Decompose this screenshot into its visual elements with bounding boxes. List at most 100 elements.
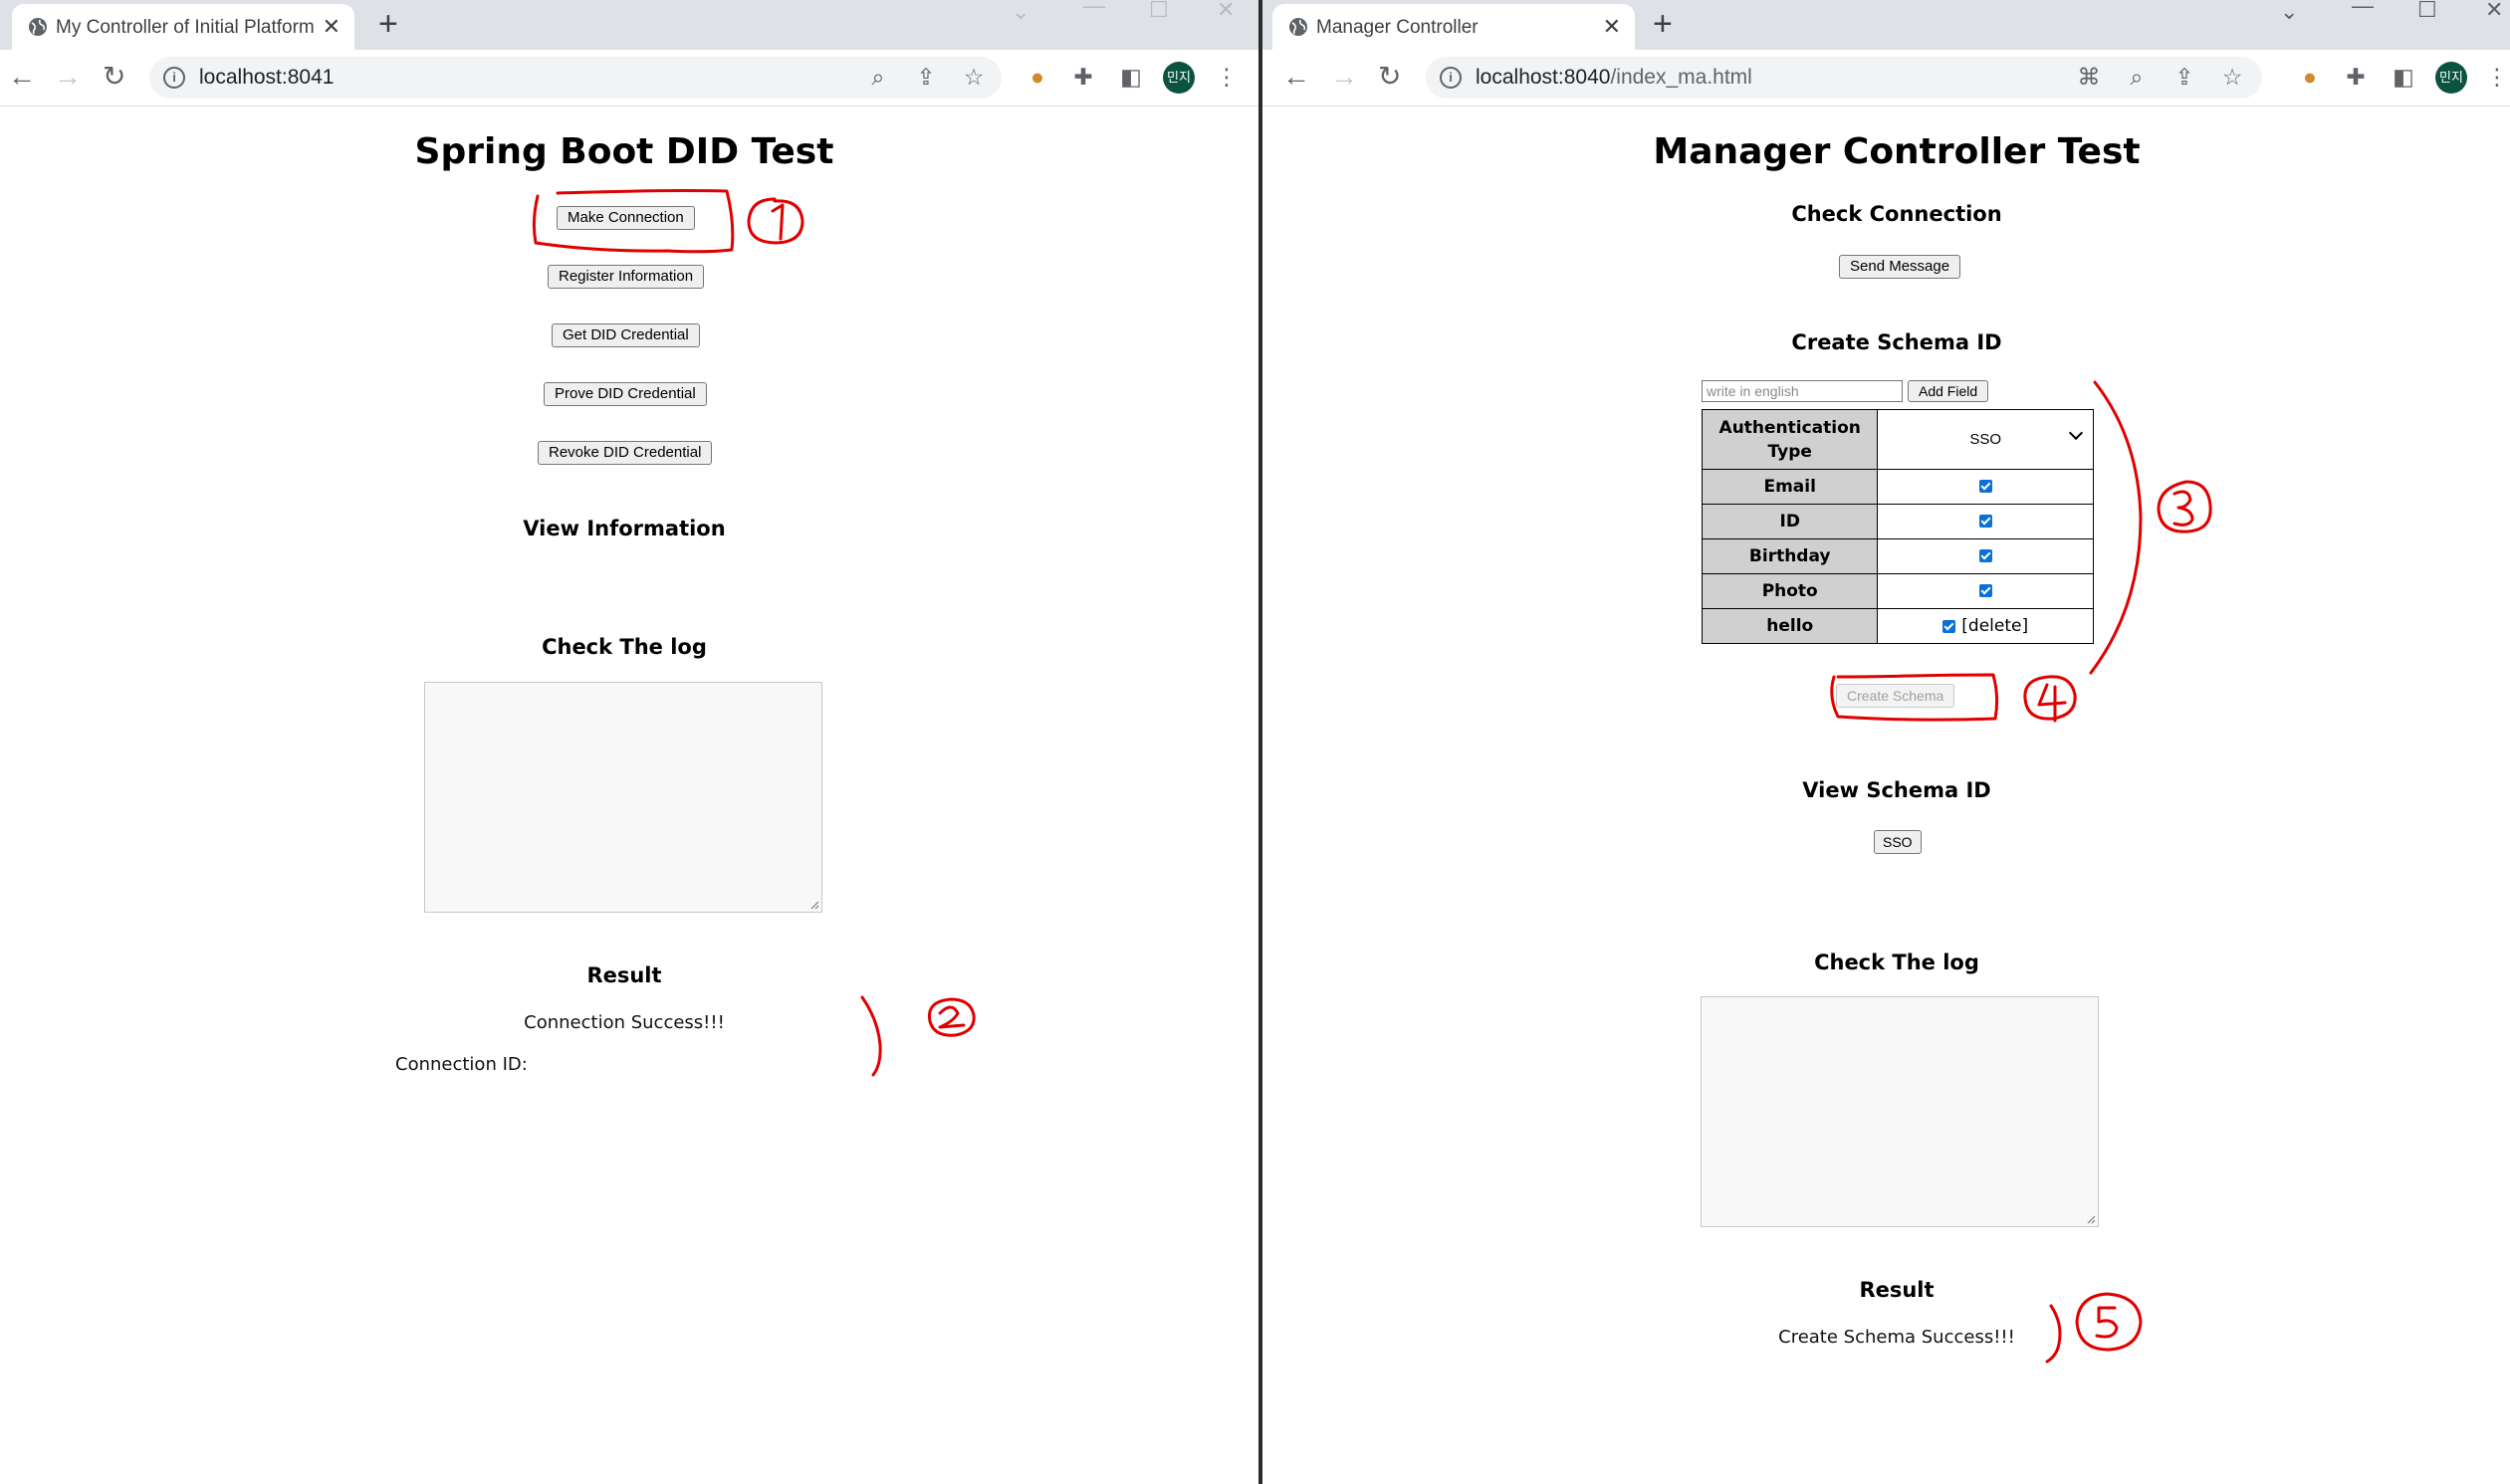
browser-toolbar: ← → ↻ i localhost:8041 ⌕ ⇪ ☆ ● ✚ ◧ 민지 ⋮ bbox=[0, 50, 1258, 106]
site-info-icon[interactable]: i bbox=[1440, 67, 1462, 89]
result-heading: Result bbox=[1859, 1278, 1935, 1302]
close-window-icon[interactable]: ✕ bbox=[1217, 0, 1235, 21]
tab-strip: My Controller of Initial Platform ✕ + ⌄ … bbox=[0, 0, 1258, 50]
page-content: Spring Boot DID Test Make Connection Reg… bbox=[0, 106, 1258, 1484]
extensions-puzzle-icon[interactable]: ✚ bbox=[1069, 63, 1097, 91]
back-icon[interactable]: ← bbox=[8, 62, 36, 92]
globe-icon bbox=[1289, 18, 1307, 36]
register-information-button[interactable]: Register Information bbox=[548, 265, 705, 289]
browser-toolbar: ← → ↻ i localhost:8040/index_ma.html ⌘ ⌕… bbox=[1262, 50, 2510, 106]
address-bar[interactable]: i localhost:8041 ⌕ ⇪ ☆ bbox=[149, 57, 1002, 99]
check-log-heading: Check The log bbox=[542, 635, 707, 659]
table-row: hello [delete] bbox=[1701, 608, 2094, 644]
birthday-checkbox[interactable] bbox=[1978, 549, 1992, 563]
prove-did-credential-button[interactable]: Prove DID Credential bbox=[544, 382, 707, 406]
url-text: localhost:8040/index_ma.html bbox=[1476, 66, 1752, 90]
new-tab-icon[interactable]: + bbox=[1653, 6, 1673, 42]
log-textarea[interactable] bbox=[424, 682, 822, 913]
id-checkbox[interactable] bbox=[1978, 515, 1992, 529]
delete-field-link[interactable]: [delete] bbox=[1961, 616, 2028, 636]
forward-icon[interactable]: → bbox=[1330, 62, 1358, 92]
minimize-icon[interactable]: — bbox=[1083, 0, 1105, 17]
result-message: Connection Success!!! bbox=[524, 1012, 725, 1033]
page-title: Spring Boot DID Test bbox=[414, 131, 834, 172]
minimize-icon[interactable]: — bbox=[2352, 0, 2374, 17]
auth-type-selected: SSO bbox=[1969, 430, 2002, 448]
maximize-icon[interactable]: ☐ bbox=[1149, 0, 1169, 21]
new-tab-icon[interactable]: + bbox=[378, 6, 398, 42]
revoke-did-credential-button[interactable]: Revoke DID Credential bbox=[538, 441, 713, 465]
side-panel-icon[interactable]: ◧ bbox=[2390, 63, 2417, 91]
resize-grip-icon[interactable] bbox=[809, 900, 819, 910]
browser-tab[interactable]: My Controller of Initial Platform ✕ bbox=[12, 4, 354, 50]
schema-sso-button[interactable]: SSO bbox=[1874, 830, 1922, 854]
field-label: ID bbox=[1701, 504, 1879, 539]
table-row: Email bbox=[1701, 469, 2094, 505]
reload-icon[interactable]: ↻ bbox=[1378, 62, 1401, 92]
reload-icon[interactable]: ↻ bbox=[103, 62, 125, 92]
connection-id-label: Connection ID: bbox=[395, 1054, 528, 1075]
zoom-icon[interactable]: ⌕ bbox=[2123, 63, 2151, 91]
maximize-icon[interactable]: ☐ bbox=[2417, 0, 2437, 21]
field-label: Email bbox=[1701, 469, 1879, 505]
tab-title: Manager Controller bbox=[1316, 17, 1479, 38]
table-row: Birthday bbox=[1701, 538, 2094, 574]
photo-checkbox[interactable] bbox=[1978, 584, 1992, 598]
send-message-button[interactable]: Send Message bbox=[1839, 255, 1961, 279]
back-icon[interactable]: ← bbox=[1282, 62, 1310, 92]
page-title: Manager Controller Test bbox=[1653, 131, 2141, 172]
menu-kebab-icon[interactable]: ⋮ bbox=[1213, 63, 1241, 91]
share-icon[interactable]: ⇪ bbox=[2170, 63, 2198, 91]
share-icon[interactable]: ⇪ bbox=[912, 63, 940, 91]
create-schema-button[interactable]: Create Schema bbox=[1836, 684, 1955, 708]
field-label: Birthday bbox=[1701, 538, 1879, 574]
page-content: Manager Controller Test Check Connection… bbox=[1262, 106, 2510, 1484]
auth-type-select[interactable]: SSO bbox=[1877, 409, 2094, 470]
address-bar[interactable]: i localhost:8040/index_ma.html ⌘ ⌕ ⇪ ☆ bbox=[1426, 57, 2262, 99]
extensions-puzzle-icon[interactable]: ✚ bbox=[2342, 63, 2370, 91]
menu-kebab-icon[interactable]: ⋮ bbox=[2483, 63, 2510, 91]
schema-table: Authentication Type SSO Email ID Birthda… bbox=[1701, 409, 2094, 644]
resize-grip-icon[interactable] bbox=[2086, 1214, 2096, 1224]
tab-search-icon[interactable]: ⌄ bbox=[2280, 1, 2298, 23]
hello-checkbox[interactable] bbox=[1942, 619, 1956, 633]
close-tab-icon[interactable]: ✕ bbox=[323, 14, 341, 40]
result-message: Create Schema Success!!! bbox=[1778, 1327, 2015, 1348]
check-log-heading: Check The log bbox=[1814, 951, 1979, 974]
translate-icon[interactable]: ⌘ bbox=[2075, 63, 2103, 91]
url-host: localhost:8040 bbox=[1476, 66, 1611, 89]
view-information-heading: View Information bbox=[523, 517, 726, 540]
field-label: hello bbox=[1701, 608, 1879, 644]
bookmark-star-icon[interactable]: ☆ bbox=[960, 63, 988, 91]
profile-avatar[interactable]: 민지 bbox=[1163, 62, 1195, 94]
close-tab-icon[interactable]: ✕ bbox=[1603, 14, 1621, 40]
browser-window-right: Manager Controller ✕ + ⌄ — ☐ ✕ ← → ↻ i l… bbox=[1262, 0, 2510, 1484]
globe-icon bbox=[29, 18, 47, 36]
forward-icon[interactable]: → bbox=[54, 62, 82, 92]
make-connection-button[interactable]: Make Connection bbox=[557, 206, 695, 230]
bookmark-star-icon[interactable]: ☆ bbox=[2218, 63, 2246, 91]
email-checkbox[interactable] bbox=[1978, 480, 1992, 494]
close-window-icon[interactable]: ✕ bbox=[2485, 0, 2503, 21]
tab-search-icon[interactable]: ⌄ bbox=[1012, 1, 1029, 23]
zoom-icon[interactable]: ⌕ bbox=[864, 63, 892, 91]
cookie-extension-icon[interactable]: ● bbox=[1024, 63, 1051, 91]
site-info-icon[interactable]: i bbox=[163, 67, 185, 89]
browser-tab[interactable]: Manager Controller ✕ bbox=[1272, 4, 1635, 50]
profile-avatar[interactable]: 민지 bbox=[2435, 62, 2467, 94]
auth-type-label: Authentication Type bbox=[1701, 409, 1879, 470]
side-panel-icon[interactable]: ◧ bbox=[1117, 63, 1145, 91]
new-field-input[interactable]: write in english bbox=[1702, 380, 1903, 402]
add-field-button[interactable]: Add Field bbox=[1908, 380, 1989, 402]
cookie-extension-icon[interactable]: ● bbox=[2296, 63, 2324, 91]
get-did-credential-button[interactable]: Get DID Credential bbox=[552, 323, 700, 347]
tab-strip: Manager Controller ✕ + ⌄ — ☐ ✕ bbox=[1262, 0, 2510, 50]
table-row: ID bbox=[1701, 504, 2094, 539]
url-path: /index_ma.html bbox=[1610, 66, 1752, 89]
log-textarea[interactable] bbox=[1701, 996, 2099, 1227]
check-connection-heading: Check Connection bbox=[1791, 202, 2002, 226]
table-row: Authentication Type SSO bbox=[1701, 409, 2094, 470]
field-label: Photo bbox=[1701, 573, 1879, 609]
browser-window-left: My Controller of Initial Platform ✕ + ⌄ … bbox=[0, 0, 1258, 1484]
tab-title: My Controller of Initial Platform bbox=[56, 17, 315, 38]
